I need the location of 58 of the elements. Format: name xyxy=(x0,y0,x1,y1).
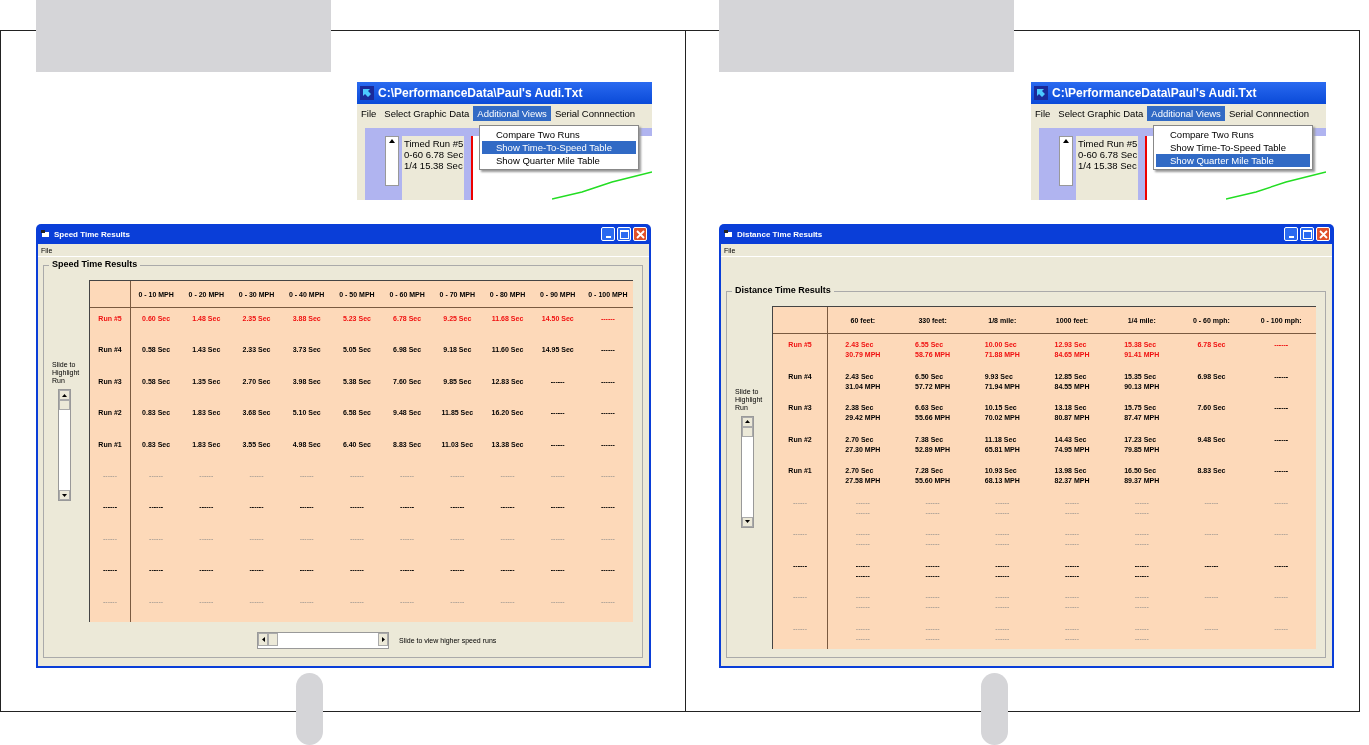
close-button[interactable] xyxy=(633,227,647,241)
menu-item[interactable]: Serial Connnection xyxy=(1224,105,1314,121)
window-title: Distance Time Results xyxy=(737,229,824,239)
arrow-icon xyxy=(1034,86,1048,100)
scrollbar-thumb[interactable] xyxy=(742,426,753,437)
menu-option[interactable]: Compare Two Runs xyxy=(482,128,636,141)
minimize-button[interactable] xyxy=(601,227,615,241)
menu-item[interactable]: File xyxy=(1031,105,1055,121)
scroll-down-button[interactable] xyxy=(59,490,70,500)
down-arrow-icon xyxy=(745,520,750,523)
down-arrow-icon xyxy=(62,493,67,497)
scroll-left-button[interactable] xyxy=(258,633,268,646)
app-icon xyxy=(41,230,50,238)
group-title: Speed Time Results xyxy=(49,259,141,269)
scroll-right-button[interactable] xyxy=(378,633,388,646)
scroll-up-button[interactable] xyxy=(59,390,70,400)
up-arrow-icon xyxy=(745,420,750,423)
close-button[interactable] xyxy=(1316,227,1330,241)
window-title: Speed Time Results xyxy=(54,229,131,239)
scroll-up-button[interactable] xyxy=(742,416,753,427)
menu-option[interactable]: Show Quarter Mile Table xyxy=(482,154,636,167)
run-info-text: Timed Run #5 xyxy=(1078,138,1136,149)
scrollbar[interactable] xyxy=(1059,136,1073,186)
menu-item[interactable]: File xyxy=(357,105,381,121)
arrow-icon xyxy=(360,86,374,100)
maximize-button[interactable] xyxy=(1300,227,1314,241)
menu-option[interactable]: Show Quarter Mile Table xyxy=(1156,154,1310,167)
run-info-text: 0-60 6.78 Sec xyxy=(404,149,462,160)
up-arrow-icon xyxy=(62,393,67,397)
right-arrow-icon xyxy=(381,637,385,642)
left-arrow-icon xyxy=(261,637,265,642)
menu-option[interactable]: Compare Two Runs xyxy=(1156,128,1310,141)
minimize-button[interactable] xyxy=(1284,227,1298,241)
scroll-down-button[interactable] xyxy=(742,516,753,527)
menu-item[interactable]: Serial Connnection xyxy=(550,105,640,121)
run-info-text: 1/4 15.38 Sec xyxy=(1078,160,1136,171)
menu-item[interactable]: Select Graphic Data xyxy=(380,105,474,121)
group-title: Distance Time Results xyxy=(732,285,834,295)
maximize-button[interactable] xyxy=(617,227,631,241)
run-info-text: 1/4 15.38 Sec xyxy=(404,160,462,171)
up-arrow-icon[interactable] xyxy=(1063,139,1069,143)
vertical-scrollbar[interactable] xyxy=(741,415,754,528)
run-info-text: 0-60 6.78 Sec xyxy=(1078,149,1136,160)
run-info-text: Timed Run #5 xyxy=(404,138,462,149)
menu-item[interactable]: Additional Views xyxy=(473,105,551,121)
scrollbar[interactable] xyxy=(385,136,399,186)
menu-item[interactable]: Additional Views xyxy=(1147,105,1225,121)
scrollbar-thumb[interactable] xyxy=(268,633,278,646)
vertical-scrollbar[interactable] xyxy=(58,389,71,501)
window-title: C:\PerformanceData\Paul's Audi.Txt xyxy=(378,86,583,100)
scrollbar-thumb[interactable] xyxy=(59,400,70,410)
window-title: C:\PerformanceData\Paul's Audi.Txt xyxy=(1052,86,1257,100)
app-icon xyxy=(724,230,733,238)
menu-option[interactable]: Show Time-To-Speed Table xyxy=(482,141,636,154)
up-arrow-icon[interactable] xyxy=(389,139,395,143)
menu-option[interactable]: Show Time-To-Speed Table xyxy=(1156,141,1310,154)
horizontal-scrollbar[interactable] xyxy=(257,632,389,649)
menu-item[interactable]: Select Graphic Data xyxy=(1054,105,1148,121)
